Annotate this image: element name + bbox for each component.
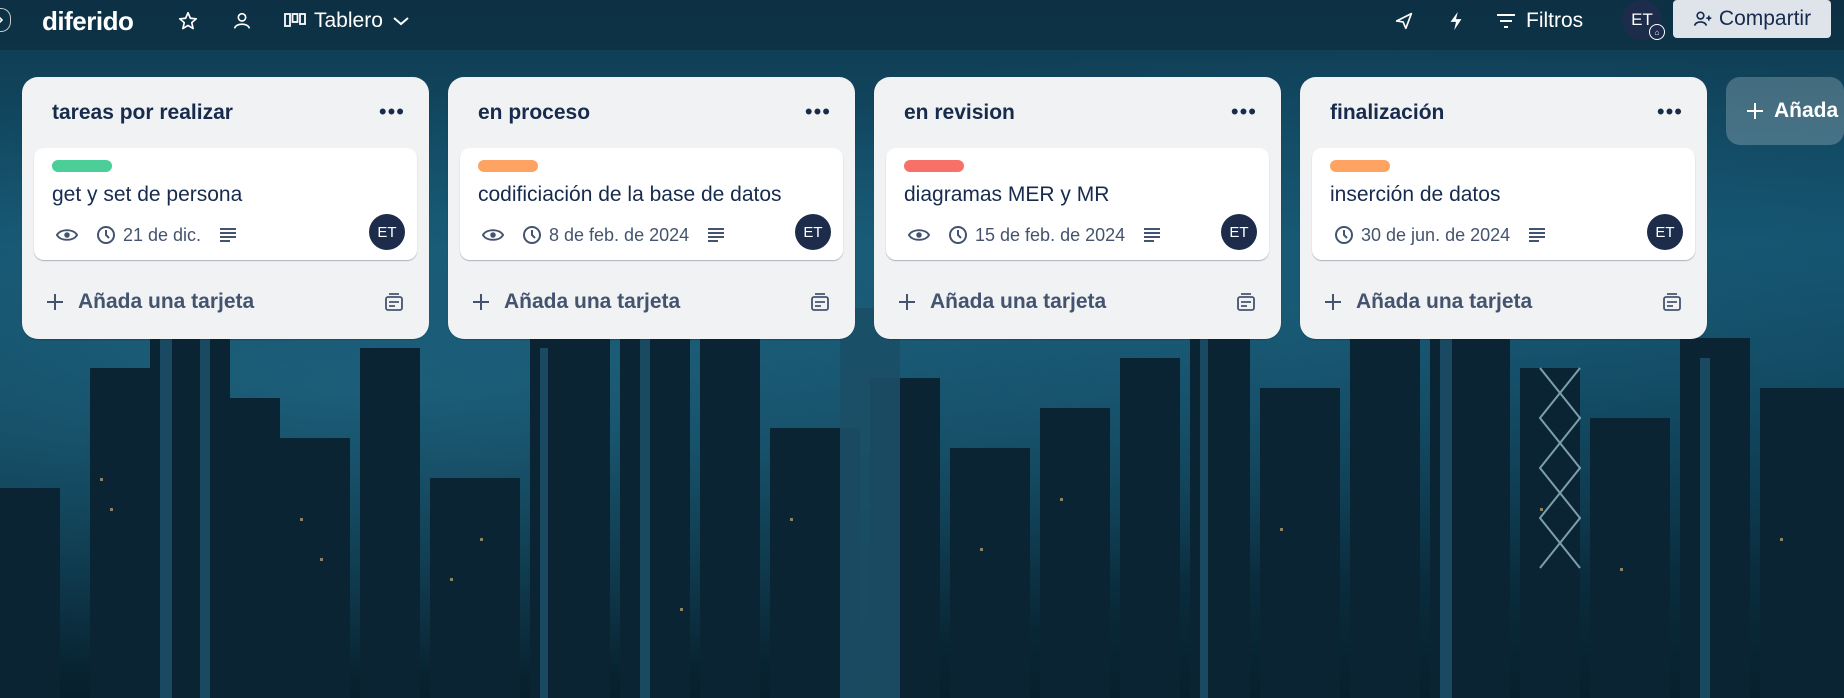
due-date-text: 30 de jun. de 2024 bbox=[1361, 224, 1511, 245]
plus-icon bbox=[473, 294, 489, 310]
workspace-visibility-icon bbox=[233, 12, 251, 29]
list-menu-button[interactable]: ••• bbox=[805, 99, 831, 125]
card-label[interactable] bbox=[52, 160, 112, 172]
card-label[interactable] bbox=[904, 160, 964, 172]
list-menu-button[interactable]: ••• bbox=[379, 99, 405, 125]
add-card-label: Añada una tarjeta bbox=[930, 290, 1107, 313]
clock-icon bbox=[97, 226, 115, 244]
description-icon bbox=[708, 228, 725, 242]
add-card-button[interactable]: Añada una tarjeta bbox=[46, 287, 254, 317]
card-label[interactable] bbox=[478, 160, 538, 172]
list-en-proceso: en proceso ••• codificiación de la base … bbox=[448, 77, 855, 339]
list-title[interactable]: en proceso bbox=[478, 101, 590, 125]
board-view-icon bbox=[284, 13, 306, 27]
automation-icon bbox=[1450, 11, 1462, 31]
star-button[interactable] bbox=[176, 9, 200, 33]
description-icon bbox=[1144, 228, 1161, 242]
card-member-avatar[interactable]: ET bbox=[1221, 214, 1257, 250]
description-icon bbox=[220, 228, 237, 242]
plus-icon bbox=[47, 294, 63, 310]
add-card-label: Añada una tarjeta bbox=[1356, 290, 1533, 313]
list-finalizacion: finalización ••• inserción de datos 30 d… bbox=[1300, 77, 1707, 339]
add-card-button[interactable]: Añada una tarjeta bbox=[1324, 287, 1532, 317]
add-card-label: Añada una tarjeta bbox=[78, 290, 255, 313]
city-skyline-background bbox=[0, 298, 1844, 698]
clock-icon bbox=[949, 226, 967, 244]
chevron-right-icon bbox=[0, 16, 4, 24]
filters-label: Filtros bbox=[1526, 9, 1584, 32]
more-icon: ••• bbox=[378, 99, 405, 124]
card-badges: 30 de jun. de 2024 bbox=[1334, 222, 1546, 248]
list-title[interactable]: tareas por realizar bbox=[52, 101, 233, 125]
add-list-button[interactable]: Añada bbox=[1726, 77, 1844, 145]
sidebar-toggle[interactable] bbox=[0, 8, 11, 32]
board-view-switcher[interactable]: Tablero bbox=[284, 6, 411, 36]
card[interactable]: diagramas MER y MR 15 de feb. de 2024 ET bbox=[886, 148, 1269, 260]
share-user-icon bbox=[1693, 11, 1712, 26]
board-header: diferido Tablero Filtros ET ⌂ Compartir bbox=[0, 0, 1844, 50]
list-menu-button[interactable]: ••• bbox=[1231, 99, 1257, 125]
card[interactable]: get y set de persona 21 de dic. ET bbox=[34, 148, 417, 260]
chevron-down-icon bbox=[393, 17, 409, 26]
card-badges: 15 de feb. de 2024 bbox=[908, 222, 1161, 248]
share-button[interactable]: Compartir bbox=[1673, 0, 1831, 38]
add-list-label: Añada bbox=[1774, 99, 1839, 122]
list-menu-button[interactable]: ••• bbox=[1657, 99, 1683, 125]
power-ups-button[interactable] bbox=[1392, 9, 1416, 33]
add-card-button[interactable]: Añada una tarjeta bbox=[898, 287, 1106, 317]
card-member-avatar[interactable]: ET bbox=[1647, 214, 1683, 250]
plus-icon bbox=[899, 294, 915, 310]
due-date-badge[interactable]: 30 de jun. de 2024 bbox=[1334, 225, 1510, 246]
template-icon[interactable] bbox=[1661, 292, 1683, 314]
due-date-badge[interactable]: 8 de feb. de 2024 bbox=[522, 225, 689, 246]
admin-badge-icon: ⌂ bbox=[1649, 24, 1665, 40]
eye-icon bbox=[482, 229, 504, 241]
due-date-badge[interactable]: 15 de feb. de 2024 bbox=[948, 225, 1125, 246]
more-icon: ••• bbox=[804, 99, 831, 124]
card[interactable]: inserción de datos 30 de jun. de 2024 ET bbox=[1312, 148, 1695, 260]
template-icon[interactable] bbox=[1235, 292, 1257, 314]
card[interactable]: codificiación de la base de datos 8 de f… bbox=[460, 148, 843, 260]
add-card-button[interactable]: Añada una tarjeta bbox=[472, 287, 680, 317]
plus-icon bbox=[1325, 294, 1341, 310]
list-tareas-por-realizar: tareas por realizar ••• get y set de per… bbox=[22, 77, 429, 339]
due-date-text: 8 de feb. de 2024 bbox=[549, 224, 690, 245]
clock-icon bbox=[523, 226, 541, 244]
card-title: inserción de datos bbox=[1330, 183, 1501, 206]
more-icon: ••• bbox=[1656, 99, 1683, 124]
card-member-avatar[interactable]: ET bbox=[795, 214, 831, 250]
plus-icon bbox=[1747, 103, 1763, 119]
card-badges: 21 de dic. bbox=[56, 222, 237, 248]
card-title: diagramas MER y MR bbox=[904, 183, 1110, 206]
list-en-revision: en revision ••• diagramas MER y MR 15 de… bbox=[874, 77, 1281, 339]
visibility-button[interactable] bbox=[230, 9, 254, 33]
add-card-label: Añada una tarjeta bbox=[504, 290, 681, 313]
card-member-avatar[interactable]: ET bbox=[369, 214, 405, 250]
list-title[interactable]: en revision bbox=[904, 101, 1015, 125]
more-icon: ••• bbox=[1230, 99, 1257, 124]
automation-button[interactable] bbox=[1444, 9, 1468, 33]
star-icon bbox=[178, 11, 198, 30]
eye-icon bbox=[908, 229, 930, 241]
list-title[interactable]: finalización bbox=[1330, 101, 1444, 125]
share-label: Compartir bbox=[1718, 7, 1812, 30]
board-name[interactable]: diferido bbox=[42, 6, 134, 37]
eye-icon bbox=[56, 229, 78, 241]
card-label[interactable] bbox=[1330, 160, 1390, 172]
description-icon bbox=[1529, 228, 1546, 242]
template-icon[interactable] bbox=[809, 292, 831, 314]
filters-button[interactable]: Filtros bbox=[1496, 6, 1583, 36]
filter-icon bbox=[1497, 14, 1515, 28]
due-date-text: 15 de feb. de 2024 bbox=[975, 224, 1126, 245]
power-ups-icon bbox=[1395, 12, 1413, 30]
template-icon[interactable] bbox=[383, 292, 405, 314]
card-badges: 8 de feb. de 2024 bbox=[482, 222, 725, 248]
card-title: codificiación de la base de datos bbox=[478, 183, 782, 206]
clock-icon bbox=[1335, 226, 1353, 244]
due-date-badge[interactable]: 21 de dic. bbox=[96, 225, 201, 246]
board-view-label: Tablero bbox=[314, 9, 383, 32]
due-date-text: 21 de dic. bbox=[123, 224, 202, 245]
card-title: get y set de persona bbox=[52, 183, 243, 206]
